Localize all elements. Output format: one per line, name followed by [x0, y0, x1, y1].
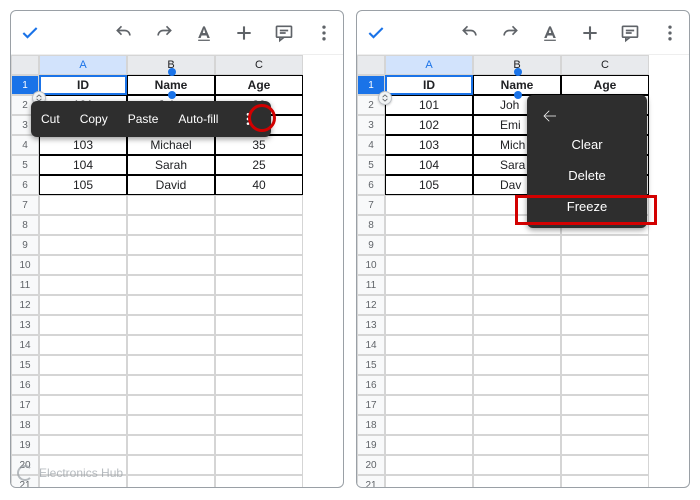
row-header-3[interactable]: 3 [357, 115, 385, 135]
row-header-20[interactable]: 20 [357, 455, 385, 475]
row-header-8[interactable]: 8 [11, 215, 39, 235]
cell-A2[interactable]: 101 [385, 95, 473, 115]
row-header-14[interactable]: 14 [357, 335, 385, 355]
cell-C1[interactable]: Age [561, 75, 649, 95]
more-vert-icon[interactable] [659, 22, 681, 44]
toolbar [11, 11, 343, 55]
context-menu-overflow: Clear Delete Freeze [527, 95, 647, 228]
menu-item-cut[interactable]: Cut [41, 112, 60, 126]
context-menu: Cut Copy Paste Auto-fill [31, 101, 271, 137]
row-header-10[interactable]: 10 [11, 255, 39, 275]
toolbar [357, 11, 689, 55]
row-header-14[interactable]: 14 [11, 335, 39, 355]
undo-icon[interactable] [459, 22, 481, 44]
cell-C6[interactable]: 40 [215, 175, 303, 195]
row-header-6[interactable]: 6 [357, 175, 385, 195]
cell-C1[interactable]: Age [215, 75, 303, 95]
cell-A5[interactable]: 104 [385, 155, 473, 175]
redo-icon[interactable] [499, 22, 521, 44]
selection-handle-icon[interactable] [514, 91, 522, 99]
row-drag-handle-icon[interactable] [378, 91, 392, 105]
col-header-A[interactable]: A [385, 55, 473, 75]
row-header-4[interactable]: 4 [357, 135, 385, 155]
cell-B5[interactable]: Sarah [127, 155, 215, 175]
cell-A6[interactable]: 105 [385, 175, 473, 195]
menu-item-freeze[interactable]: Freeze [527, 191, 647, 222]
row-header-18[interactable]: 18 [357, 415, 385, 435]
menu-item-autofill[interactable]: Auto-fill [178, 112, 218, 126]
watermark: Electronics Hub [17, 465, 123, 481]
row-header-17[interactable]: 17 [11, 395, 39, 415]
row-header-9[interactable]: 9 [357, 235, 385, 255]
device-left: A B C 1 ID Name Age 2101John30 3102Emily… [10, 10, 344, 488]
row-header-5[interactable]: 5 [357, 155, 385, 175]
undo-icon[interactable] [113, 22, 135, 44]
row-header-16[interactable]: 16 [357, 375, 385, 395]
cell-B4[interactable]: Michael [127, 135, 215, 155]
row-header-8[interactable]: 8 [357, 215, 385, 235]
row-header-10[interactable]: 10 [357, 255, 385, 275]
col-header-C[interactable]: C [215, 55, 303, 75]
logo-icon [17, 465, 33, 481]
more-vert-icon[interactable] [313, 22, 335, 44]
menu-back-icon[interactable] [527, 101, 647, 129]
row-header-12[interactable]: 12 [11, 295, 39, 315]
row-header-6[interactable]: 6 [11, 175, 39, 195]
row-header-21[interactable]: 21 [357, 475, 385, 487]
cell-C5[interactable]: 25 [215, 155, 303, 175]
selection-handle-icon[interactable] [168, 68, 176, 76]
row-header-12[interactable]: 12 [357, 295, 385, 315]
row-header-5[interactable]: 5 [11, 155, 39, 175]
menu-more-icon[interactable] [238, 109, 258, 129]
row-header-11[interactable]: 11 [357, 275, 385, 295]
cell-A6[interactable]: 105 [39, 175, 127, 195]
cell-A4[interactable]: 103 [39, 135, 127, 155]
col-header-A[interactable]: A [39, 55, 127, 75]
cell-B6[interactable]: David [127, 175, 215, 195]
menu-item-delete[interactable]: Delete [527, 160, 647, 191]
redo-icon[interactable] [153, 22, 175, 44]
row-header-17[interactable]: 17 [357, 395, 385, 415]
menu-item-copy[interactable]: Copy [80, 112, 108, 126]
check-icon[interactable] [365, 22, 387, 44]
plus-icon[interactable] [579, 22, 601, 44]
format-text-icon[interactable] [193, 22, 215, 44]
row-header-16[interactable]: 16 [11, 375, 39, 395]
row-header-13[interactable]: 13 [11, 315, 39, 335]
cell-A5[interactable]: 104 [39, 155, 127, 175]
row-header-19[interactable]: 19 [357, 435, 385, 455]
row-header-15[interactable]: 15 [357, 355, 385, 375]
menu-item-paste[interactable]: Paste [128, 112, 159, 126]
comment-icon[interactable] [619, 22, 641, 44]
cell-A1[interactable]: ID [385, 75, 473, 95]
row-header-7[interactable]: 7 [357, 195, 385, 215]
spreadsheet[interactable]: A B C 1 ID Name Age 2101Joh30 3102Emi28 … [357, 55, 689, 487]
row-header-7[interactable]: 7 [11, 195, 39, 215]
plus-icon[interactable] [233, 22, 255, 44]
check-icon[interactable] [19, 22, 41, 44]
row-header-19[interactable]: 19 [11, 435, 39, 455]
row-header-18[interactable]: 18 [11, 415, 39, 435]
corner[interactable] [11, 55, 39, 75]
comment-icon[interactable] [273, 22, 295, 44]
spreadsheet[interactable]: A B C 1 ID Name Age 2101John30 3102Emily… [11, 55, 343, 487]
device-right: A B C 1 ID Name Age 2101Joh30 3102Emi28 … [356, 10, 690, 488]
selection-handle-icon[interactable] [514, 68, 522, 76]
selection-handle-icon[interactable] [168, 91, 176, 99]
row-header-15[interactable]: 15 [11, 355, 39, 375]
row-header-13[interactable]: 13 [357, 315, 385, 335]
cell-A4[interactable]: 103 [385, 135, 473, 155]
format-text-icon[interactable] [539, 22, 561, 44]
corner[interactable] [357, 55, 385, 75]
row-header-11[interactable]: 11 [11, 275, 39, 295]
col-header-C[interactable]: C [561, 55, 649, 75]
cell-A1[interactable]: ID [39, 75, 127, 95]
cell-C4[interactable]: 35 [215, 135, 303, 155]
cell-A3[interactable]: 102 [385, 115, 473, 135]
row-header-4[interactable]: 4 [11, 135, 39, 155]
row-header-9[interactable]: 9 [11, 235, 39, 255]
menu-item-clear[interactable]: Clear [527, 129, 647, 160]
